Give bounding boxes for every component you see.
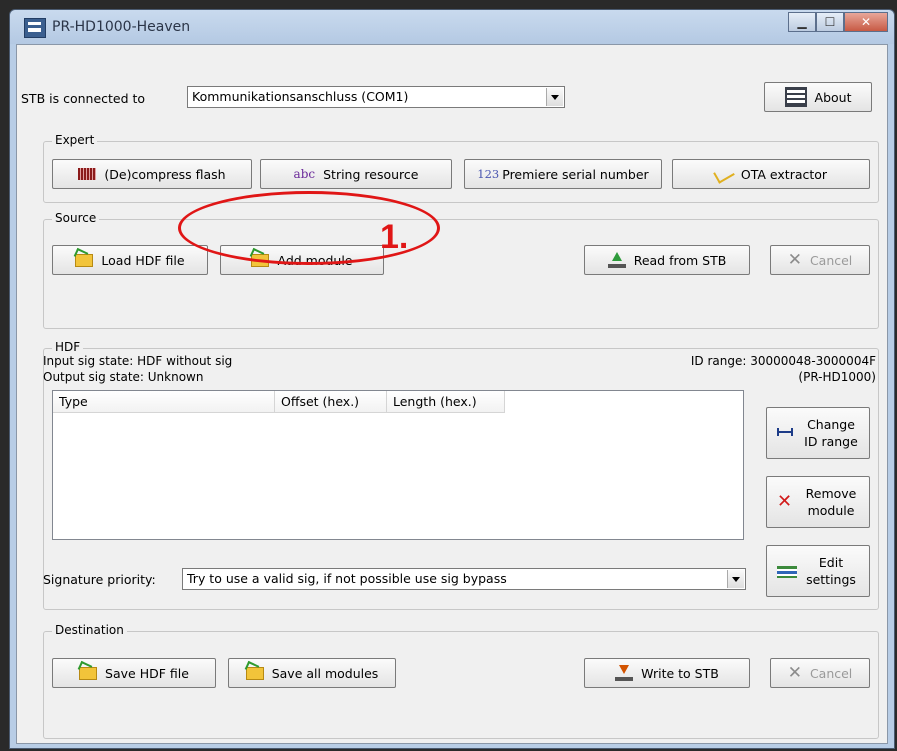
edit-settings-label: Edit settings [806,555,856,587]
save-all-folder-icon [245,666,264,680]
write-to-stb-button[interactable]: Write to STB [584,658,750,688]
about-button[interactable]: About [764,82,872,112]
remove-module-label: Remove module [805,486,857,518]
save-hdf-button[interactable]: Save HDF file [52,658,216,688]
save-hdf-label: Save HDF file [105,665,189,681]
read-from-stb-label: Read from STB [633,252,727,268]
app-window: PR-HD1000-Heaven ▁ ☐ ✕ STB is connected … [9,9,895,749]
flash-chip-icon [78,168,97,180]
ota-extractor-label: OTA extractor [740,166,828,182]
save-all-modules-label: Save all modules [271,665,379,681]
about-icon [784,87,807,107]
connection-label: STB is connected to [21,91,146,106]
download-icon [615,665,634,681]
signature-priority-label: Signature priority: [43,572,156,587]
abc-icon: abc [293,167,316,181]
save-folder-icon [79,666,98,680]
change-id-range-button[interactable]: Change ID range [766,407,870,459]
maximize-button[interactable]: ☐ [816,12,844,32]
output-sig-state: Output sig state: Unknown [43,370,204,384]
title-bar[interactable]: PR-HD1000-Heaven ▁ ☐ ✕ [10,10,894,44]
source-group-label: Source [52,211,100,225]
column-header-offset[interactable]: Offset (hex.) [275,391,387,413]
source-cancel-label: Cancel [809,252,853,268]
id-range: ID range: 30000048-3000004F [690,354,876,368]
ota-extractor-button[interactable]: OTA extractor [672,159,870,189]
open-folder-icon [75,253,94,267]
load-hdf-label: Load HDF file [101,252,185,268]
minimize-icon: ▁ [797,15,807,29]
decompress-flash-button[interactable]: (De)compress flash [52,159,252,189]
cancel-icon: ✕ [787,662,802,683]
port-select-value: Kommunikationsanschluss (COM1) [192,89,409,104]
edit-settings-button[interactable]: Edit settings [766,545,870,597]
settings-icon [777,566,797,578]
signature-priority-select[interactable]: Try to use a valid sig, if not possible … [182,568,746,590]
chevron-down-icon[interactable] [727,570,744,588]
client-area: STB is connected to Kommunikationsanschl… [16,44,888,744]
chevron-down-icon[interactable] [546,88,563,106]
cancel-icon: ✕ [787,249,802,270]
port-select[interactable]: Kommunikationsanschluss (COM1) [187,86,565,108]
numbers-icon: 123 [477,167,500,181]
close-button[interactable]: ✕ [844,12,888,32]
expert-group: Expert (De)compress flash abc String res… [43,133,879,203]
minimize-button[interactable]: ▁ [788,12,816,32]
model-name: (PR-HD1000) [798,370,876,384]
string-resource-label: String resource [323,166,419,182]
destination-cancel-button[interactable]: ✕ Cancel [770,658,870,688]
range-icon [777,428,793,436]
premiere-serial-label: Premiere serial number [502,166,649,182]
decompress-flash-label: (De)compress flash [104,166,226,182]
write-to-stb-label: Write to STB [641,665,719,681]
hdf-group-label: HDF [52,340,84,354]
remove-module-button[interactable]: ✕ Remove module [766,476,870,528]
signature-priority-value: Try to use a valid sig, if not possible … [187,571,507,586]
column-header-length[interactable]: Length (hex.) [387,391,505,413]
read-from-stb-button[interactable]: Read from STB [584,245,750,275]
about-button-label: About [814,89,852,105]
destination-group-label: Destination [52,623,127,637]
expert-group-label: Expert [52,133,98,147]
destination-cancel-label: Cancel [809,665,853,681]
hdf-group: HDF Input sig state: HDF without sig Out… [43,340,879,610]
app-icon [24,18,46,38]
remove-icon: ✕ [777,491,793,512]
save-all-modules-button[interactable]: Save all modules [228,658,396,688]
source-group: Source Load HDF file Add module Read fro… [43,211,879,329]
step-number-label: 1. [380,218,409,256]
close-icon: ✕ [860,15,872,29]
change-id-range-label: Change ID range [804,417,858,449]
premiere-serial-button[interactable]: 123 Premiere serial number [464,159,662,189]
maximize-icon: ☐ [824,15,836,29]
source-cancel-button[interactable]: ✕ Cancel [770,245,870,275]
antenna-icon [713,164,735,184]
input-sig-state: Input sig state: HDF without sig [43,354,233,368]
destination-group: Destination Save HDF file Save all modul… [43,623,879,739]
upload-icon [607,252,626,268]
module-table[interactable]: Type Offset (hex.) Length (hex.) [52,390,744,540]
window-title: PR-HD1000-Heaven [52,19,191,35]
column-header-type[interactable]: Type [53,391,275,413]
load-hdf-button[interactable]: Load HDF file [52,245,208,275]
string-resource-button[interactable]: abc String resource [260,159,452,189]
